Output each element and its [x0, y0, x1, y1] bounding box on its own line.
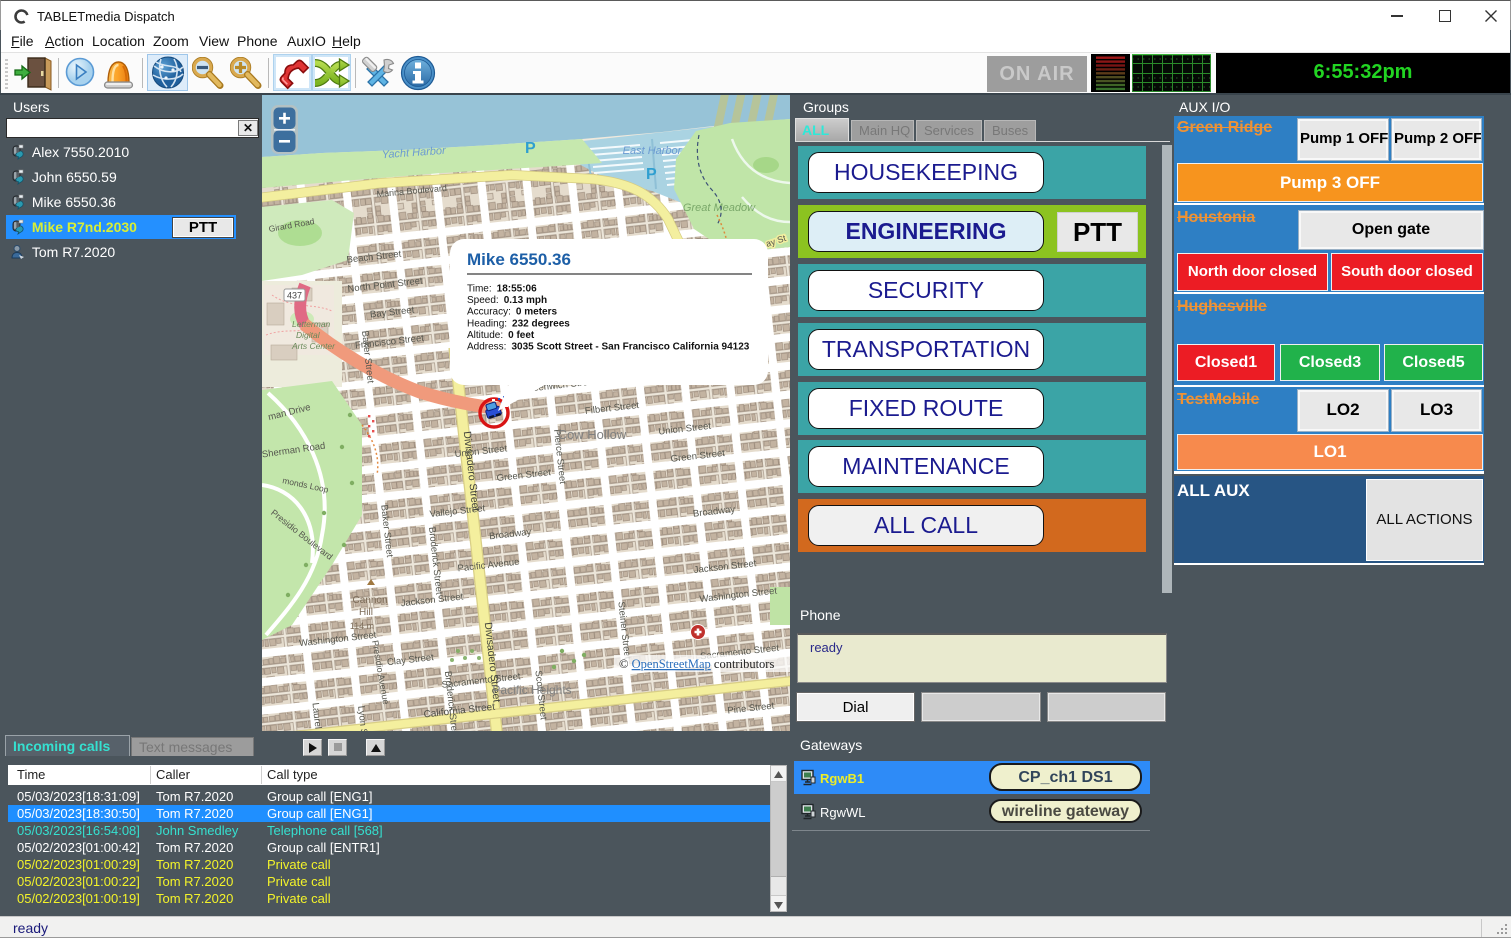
- svg-text:Pacific Heights: Pacific Heights: [492, 683, 571, 697]
- svg-text:114 m: 114 m: [350, 621, 374, 631]
- svg-text:Cannon: Cannon: [352, 595, 387, 606]
- svg-text:Speed:0.13 mph: Speed:0.13 mph: [467, 295, 547, 306]
- svg-text:P: P: [525, 140, 536, 157]
- svg-text:Altitude:0 feet: Altitude:0 feet: [467, 330, 535, 341]
- svg-text:Mike 6550.36: Mike 6550.36: [467, 250, 571, 269]
- svg-text:Great Meadow: Great Meadow: [683, 202, 756, 214]
- svg-text:Time:18:55:06: Time:18:55:06: [467, 284, 537, 295]
- svg-text:Hill: Hill: [359, 607, 373, 618]
- svg-text:East Harbor: East Harbor: [623, 145, 683, 157]
- svg-text:Arts Center: Arts Center: [291, 341, 336, 351]
- svg-text:© OpenStreetMap contributors: © OpenStreetMap contributors: [619, 657, 774, 671]
- svg-text:P: P: [646, 166, 657, 183]
- svg-text:437: 437: [287, 291, 302, 301]
- svg-text:Heading:232 degrees: Heading:232 degrees: [467, 318, 570, 329]
- svg-text:Cow Hollow: Cow Hollow: [558, 427, 627, 442]
- svg-text:Digital: Digital: [296, 330, 321, 340]
- svg-text:Letterman: Letterman: [292, 319, 331, 329]
